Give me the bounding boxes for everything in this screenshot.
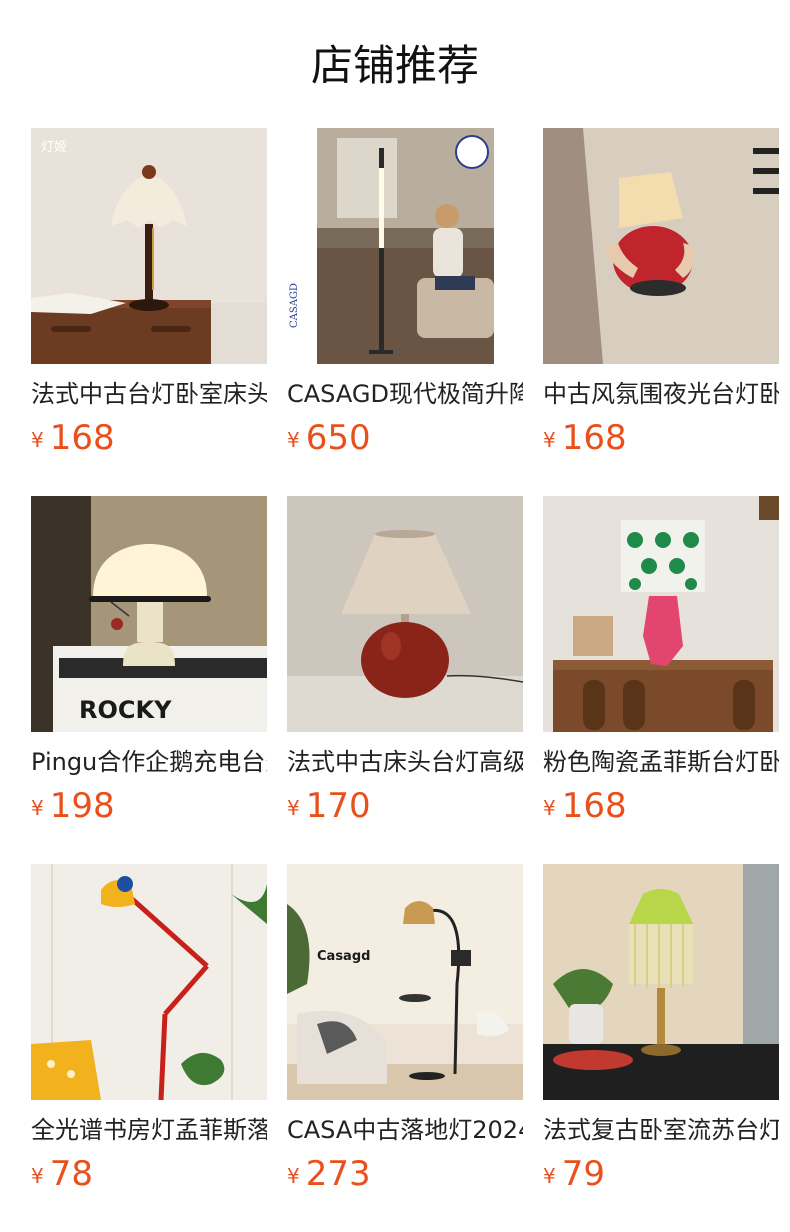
- product-image-red-base-lamp[interactable]: [287, 496, 523, 732]
- currency-symbol: ¥: [543, 428, 556, 452]
- product-card[interactable]: 全光谱书房灯孟菲斯落地灯 ¥78: [31, 864, 267, 1194]
- price-value: 168: [561, 418, 627, 458]
- product-card[interactable]: CASAGD CASAGD现代极简升降落地灯 ¥650: [287, 128, 523, 458]
- product-image-red-swing-arm-lamp[interactable]: [31, 864, 267, 1100]
- product-price: ¥168: [543, 416, 779, 460]
- product-price: ¥273: [287, 1152, 523, 1196]
- currency-symbol: ¥: [287, 796, 300, 820]
- product-price: ¥79: [543, 1152, 779, 1196]
- currency-symbol: ¥: [31, 428, 44, 452]
- product-card[interactable]: 中古风氛围夜光台灯卧室 ¥168: [543, 128, 779, 458]
- product-price: ¥78: [31, 1152, 267, 1196]
- product-price: ¥650: [287, 416, 523, 460]
- product-price: ¥198: [31, 784, 267, 828]
- currency-symbol: ¥: [287, 1164, 300, 1188]
- price-value: 168: [49, 418, 115, 458]
- product-card[interactable]: 灯姬 法式中古台灯卧室床头 ¥168: [31, 128, 267, 458]
- product-image-fringe-lamp[interactable]: [543, 864, 779, 1100]
- product-image-mushroom-lamp[interactable]: ROCKY: [31, 496, 267, 732]
- product-title[interactable]: CASA中古落地灯2024新款: [287, 1114, 523, 1146]
- product-price: ¥168: [543, 784, 779, 828]
- price-value: 273: [305, 1154, 371, 1194]
- product-title[interactable]: 全光谱书房灯孟菲斯落地灯: [31, 1114, 267, 1146]
- product-image-arc-floor-lamp[interactable]: Casagd: [287, 864, 523, 1100]
- product-price: ¥168: [31, 416, 267, 460]
- product-card[interactable]: ROCKY Pingu合作企鹅充电台灯 ¥198: [31, 496, 267, 826]
- product-price: ¥170: [287, 784, 523, 828]
- product-title[interactable]: 法式复古卧室流苏台灯: [543, 1114, 779, 1146]
- book-title-text: ROCKY: [79, 696, 172, 724]
- product-image-scalloped-lamp[interactable]: 灯姬: [31, 128, 267, 364]
- product-title[interactable]: CASAGD现代极简升降落地灯: [287, 378, 523, 410]
- currency-symbol: ¥: [287, 428, 300, 452]
- brand-logo-text: 灯姬: [41, 140, 67, 155]
- brand-logo-text: Casagd: [317, 949, 370, 964]
- product-image-slim-floor-lamp[interactable]: CASAGD: [287, 128, 523, 364]
- product-grid: 灯姬 法式中古台灯卧室床头 ¥168 CASAGD CASAGD现代极简升降 ¥…: [31, 128, 779, 1194]
- price-value: 168: [561, 786, 627, 826]
- price-value: 650: [305, 418, 371, 458]
- currency-symbol: ¥: [31, 1164, 44, 1188]
- price-value: 79: [561, 1154, 605, 1194]
- section-title: 店铺推荐: [310, 41, 479, 90]
- product-card[interactable]: 粉色陶瓷孟菲斯台灯卧室 ¥168: [543, 496, 779, 826]
- product-card[interactable]: Casagd CASA中古落地灯2024新款 ¥273: [287, 864, 523, 1194]
- product-title[interactable]: Pingu合作企鹅充电台灯: [31, 746, 267, 778]
- product-title[interactable]: 法式中古台灯卧室床头: [31, 378, 267, 410]
- currency-symbol: ¥: [543, 1164, 556, 1188]
- product-image-pink-patterned-lamp[interactable]: [543, 496, 779, 732]
- product-title[interactable]: 中古风氛围夜光台灯卧室: [543, 378, 779, 410]
- product-card[interactable]: 法式中古床头台灯高级感 ¥170: [287, 496, 523, 826]
- product-card[interactable]: 法式复古卧室流苏台灯 ¥79: [543, 864, 779, 1194]
- price-value: 78: [49, 1154, 93, 1194]
- price-value: 170: [305, 786, 371, 826]
- price-value: 198: [49, 786, 115, 826]
- product-title[interactable]: 法式中古床头台灯高级感: [287, 746, 523, 778]
- currency-symbol: ¥: [543, 796, 556, 820]
- product-image-red-lamp-held[interactable]: [543, 128, 779, 364]
- currency-symbol: ¥: [31, 796, 44, 820]
- product-title[interactable]: 粉色陶瓷孟菲斯台灯卧室: [543, 746, 779, 778]
- brand-vertical-text: CASAGD: [289, 283, 300, 328]
